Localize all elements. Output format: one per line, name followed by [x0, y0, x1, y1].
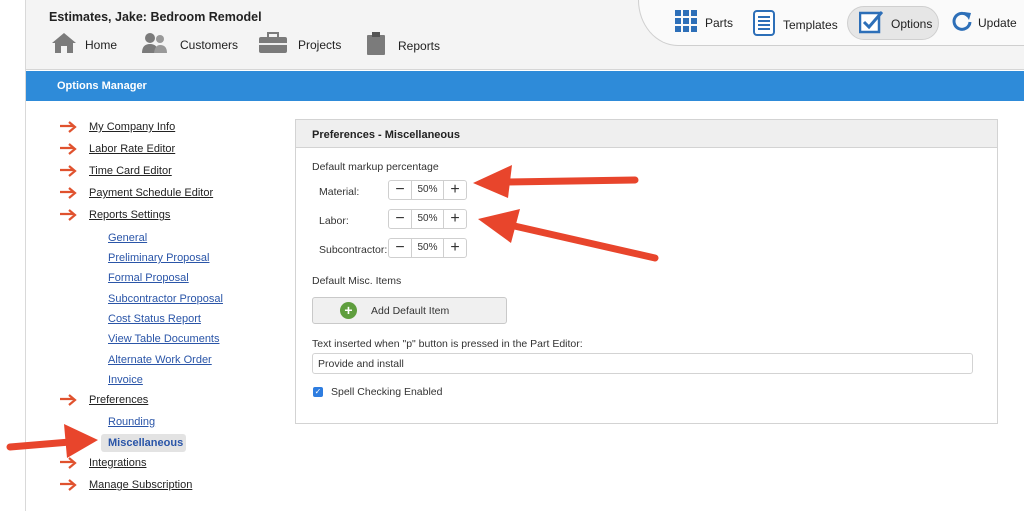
preferences-panel: Preferences - Miscellaneous Default mark…: [295, 119, 998, 424]
sidebar-link[interactable]: Preferences: [89, 394, 148, 406]
material-increment-button[interactable]: +: [444, 181, 466, 199]
estimate-title: Estimates, Jake: Bedroom Remodel: [49, 10, 262, 24]
sidebar-item-preferences[interactable]: Preferences: [60, 394, 148, 406]
top-nav-parts[interactable]: Parts: [675, 10, 733, 35]
arrow-right-icon: [60, 394, 77, 406]
nav-customers-label: Customers: [180, 37, 239, 52]
p-button-text-input[interactable]: Provide and install: [312, 353, 973, 374]
labor-increment-button[interactable]: +: [444, 210, 466, 228]
sidebar-subitem-view-table-documents[interactable]: View Table Documents: [108, 333, 220, 345]
add-circle-icon: +: [340, 302, 357, 319]
sidebar-item-reports-settings[interactable]: Reports Settings: [60, 209, 170, 221]
sidebar-subitem-subcontractor-proposal[interactable]: Subcontractor Proposal: [108, 293, 223, 305]
briefcase-icon: [258, 32, 288, 57]
annotation-arrow-miscellaneous: [6, 424, 98, 458]
sidebar-link[interactable]: Reports Settings: [89, 209, 170, 221]
add-default-item-button[interactable]: + Add Default Item: [312, 297, 507, 324]
arrow-right-icon: [60, 479, 77, 491]
arrow-right-icon: [60, 165, 77, 177]
sidebar-item-payment-schedule-editor[interactable]: Payment Schedule Editor: [60, 187, 213, 199]
arrow-right-icon: [60, 187, 77, 199]
nav-reports-label: Reports: [398, 38, 441, 53]
refresh-icon: [951, 10, 973, 35]
sidebar-item-manage-subscription[interactable]: Manage Subscription: [60, 479, 192, 491]
checkbox-icon: [858, 10, 884, 37]
arrow-right-icon: [60, 209, 77, 221]
subcontractor-decrement-button[interactable]: −: [389, 239, 411, 257]
sidebar-subitem-alternate-work-order[interactable]: Alternate Work Order: [108, 354, 212, 366]
nav-customers[interactable]: Customers: [142, 32, 238, 57]
spell-check-row[interactable]: ✓ Spell Checking Enabled: [313, 386, 443, 398]
sidebar-link[interactable]: Labor Rate Editor: [89, 143, 175, 155]
document-list-icon: [753, 10, 775, 39]
sidebar-item-time-card-editor[interactable]: Time Card Editor: [60, 165, 172, 177]
nav-projects-label: Projects: [298, 37, 342, 52]
material-decrement-button[interactable]: −: [389, 181, 411, 199]
subcontractor-label: Subcontractor:: [319, 244, 388, 256]
panel-title: Preferences - Miscellaneous: [312, 129, 460, 141]
markup-heading: Default markup percentage: [312, 161, 439, 173]
material-label: Material:: [319, 186, 360, 198]
labor-label: Labor:: [319, 215, 349, 227]
people-icon: [142, 32, 168, 57]
panel-header: Preferences - Miscellaneous: [296, 120, 997, 148]
spell-check-checkbox[interactable]: ✓: [313, 387, 323, 397]
nav-projects[interactable]: Projects: [258, 32, 341, 57]
nav-home-label: Home: [85, 37, 118, 52]
arrow-right-icon: [60, 143, 77, 155]
spell-check-label: Spell Checking Enabled: [331, 386, 443, 398]
sidebar-link[interactable]: Integrations: [89, 457, 146, 469]
subcontractor-stepper: − 50% +: [388, 238, 467, 258]
section-title: Options Manager: [57, 80, 147, 92]
grid-icon: [675, 10, 697, 35]
house-icon: [51, 32, 77, 57]
sidebar-link[interactable]: Manage Subscription: [89, 479, 192, 491]
top-nav-templates-label: Templates: [783, 17, 838, 32]
labor-decrement-button[interactable]: −: [389, 210, 411, 228]
sidebar-item-labor-rate-editor[interactable]: Labor Rate Editor: [60, 143, 175, 155]
sidebar-subitem-preliminary-proposal[interactable]: Preliminary Proposal: [108, 252, 209, 264]
sidebar-subitem-general[interactable]: General: [108, 232, 147, 244]
sidebar-subitem-cost-status-report[interactable]: Cost Status Report: [108, 313, 201, 325]
subcontractor-increment-button[interactable]: +: [444, 239, 466, 257]
material-stepper: − 50% +: [388, 180, 467, 200]
top-nav-templates[interactable]: Templates: [753, 10, 838, 39]
top-nav-update[interactable]: Update: [951, 10, 1017, 35]
sidebar-item-integrations[interactable]: Integrations: [60, 457, 146, 469]
top-nav-options-label: Options: [891, 16, 933, 31]
material-value[interactable]: 50%: [411, 181, 444, 199]
top-nav-parts-label: Parts: [705, 15, 734, 30]
subcontractor-value[interactable]: 50%: [411, 239, 444, 257]
misc-items-heading: Default Misc. Items: [312, 275, 402, 287]
section-bar: Options Manager: [26, 71, 1024, 101]
header: Estimates, Jake: Bedroom Remodel Parts T…: [26, 0, 1024, 70]
sidebar-subitem-rounding[interactable]: Rounding: [108, 416, 155, 428]
top-nav-update-label: Update: [978, 15, 1017, 30]
sidebar-item-my-company-info[interactable]: My Company Info: [60, 121, 175, 133]
p-button-text-label: Text inserted when "p" button is pressed…: [312, 338, 583, 350]
clipboard-icon: [366, 32, 386, 59]
add-default-item-label: Add Default Item: [371, 304, 450, 317]
sidebar-link[interactable]: Time Card Editor: [89, 165, 172, 177]
labor-stepper: − 50% +: [388, 209, 467, 229]
sidebar-link[interactable]: My Company Info: [89, 121, 175, 133]
nav-home[interactable]: Home: [51, 32, 117, 57]
top-nav-options[interactable]: Options: [858, 10, 933, 37]
nav-reports[interactable]: Reports: [366, 32, 440, 59]
arrow-right-icon: [60, 457, 77, 469]
sidebar-subitem-invoice[interactable]: Invoice: [108, 374, 143, 386]
labor-value[interactable]: 50%: [411, 210, 444, 228]
sidebar-subitem-miscellaneous[interactable]: Miscellaneous: [101, 434, 186, 452]
arrow-right-icon: [60, 121, 77, 133]
sidebar-subitem-formal-proposal[interactable]: Formal Proposal: [108, 272, 189, 284]
sidebar-link[interactable]: Payment Schedule Editor: [89, 187, 213, 199]
app-window: Estimates, Jake: Bedroom Remodel Parts T…: [0, 0, 1024, 511]
